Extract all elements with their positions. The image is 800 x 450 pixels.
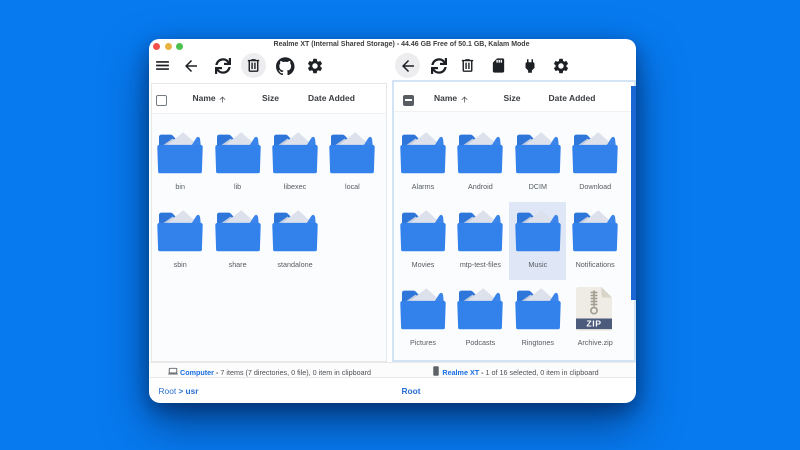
- svg-text:ZIP: ZIP: [586, 319, 601, 329]
